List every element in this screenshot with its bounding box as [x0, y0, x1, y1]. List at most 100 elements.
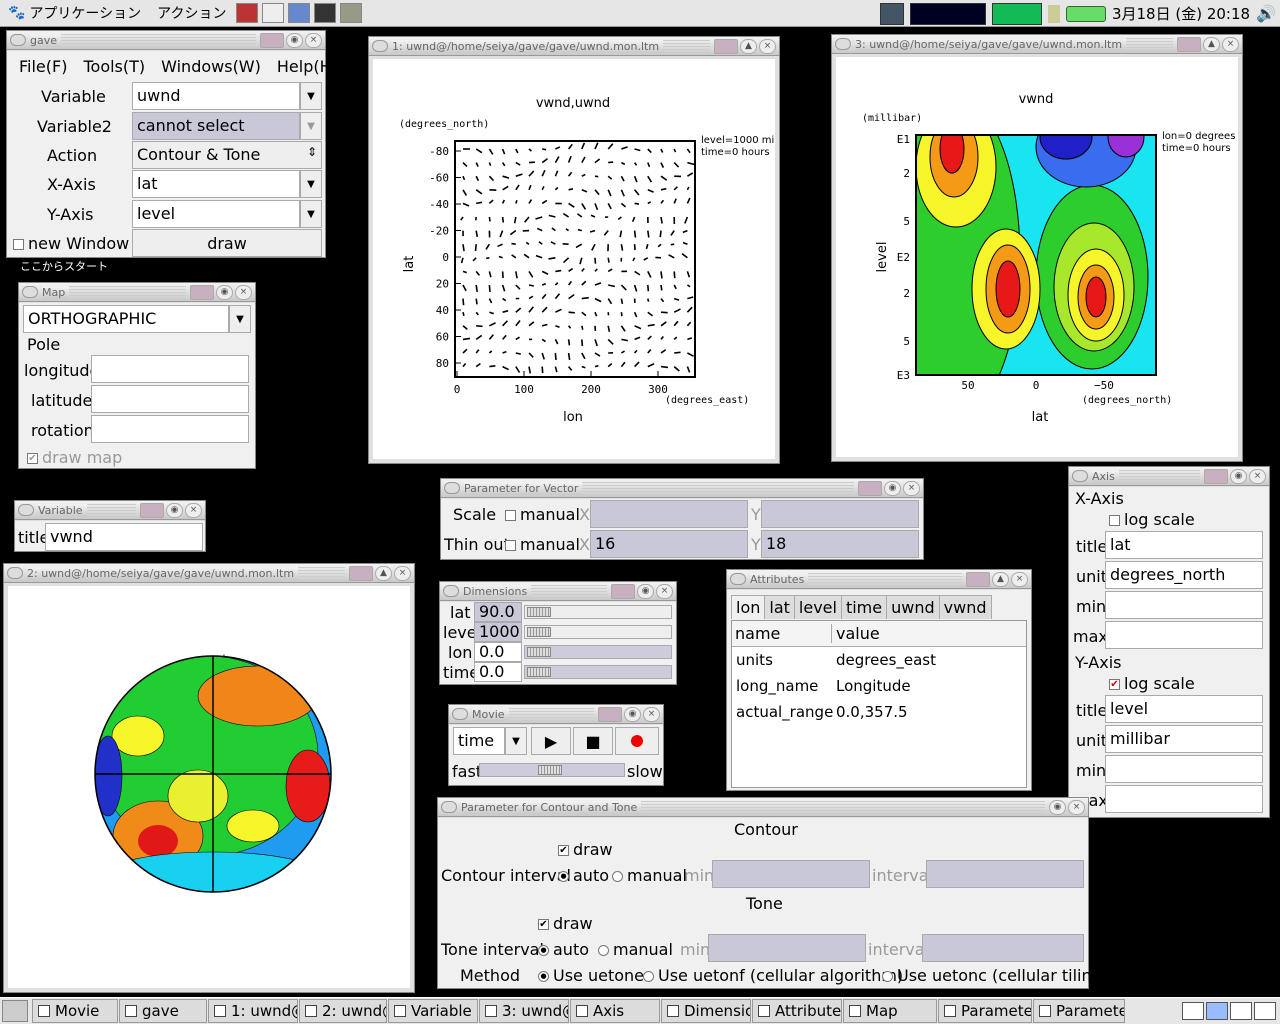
y-log-scale-checkbox[interactable]: ✔ log scale: [1109, 674, 1195, 693]
variable-titlebar[interactable]: Variable ◉ ×: [15, 501, 205, 520]
method-uetonc-radio[interactable]: Use uetonc (cellular tiling): [882, 966, 1108, 985]
y-unit-input[interactable]: millibar: [1105, 725, 1263, 753]
dim-time-slider[interactable]: [524, 665, 672, 679]
table-row[interactable]: actual_range 0.0,357.5: [732, 699, 1026, 725]
variable-title-input[interactable]: vwnd: [45, 523, 203, 551]
chevron-down-icon[interactable]: ▼: [505, 727, 527, 755]
close-button[interactable]: ×: [1068, 799, 1085, 815]
minimize-button[interactable]: [598, 706, 622, 722]
draw-map-checkbox[interactable]: ✔ draw map: [27, 448, 122, 467]
action-select[interactable]: Contour & Tone: [132, 141, 322, 169]
x-min-input[interactable]: [1105, 591, 1263, 619]
menu-windows[interactable]: Windows(W): [161, 57, 261, 76]
tab-level[interactable]: level: [793, 595, 842, 619]
chevron-down-icon[interactable]: ▼: [300, 200, 322, 228]
gimp-launcher-icon[interactable]: [340, 3, 363, 23]
maximize-button[interactable]: ▲: [740, 38, 757, 54]
speed-slider[interactable]: [479, 763, 625, 777]
taskbar-button[interactable]: 2: uwnd@: [299, 999, 387, 1023]
close-button[interactable]: ×: [1222, 36, 1239, 52]
minimize-button[interactable]: [349, 565, 373, 581]
dim-lat-slider[interactable]: [524, 605, 672, 619]
close-button[interactable]: ×: [903, 480, 920, 496]
contour-draw-checkbox[interactable]: ✔ draw: [558, 840, 613, 859]
close-button[interactable]: ×: [643, 706, 660, 722]
close-button[interactable]: ×: [656, 583, 673, 599]
taskbar-button[interactable]: 1: uwnd@: [208, 999, 298, 1023]
taskbar-button[interactable]: Map: [843, 999, 937, 1023]
shade-button[interactable]: ◉: [286, 32, 303, 48]
taskbar-button[interactable]: Dimensic: [661, 999, 751, 1023]
vector-titlebar[interactable]: Parameter for Vector ◉ ×: [441, 479, 923, 498]
close-button[interactable]: ×: [1011, 571, 1028, 587]
draw-button[interactable]: draw: [132, 229, 322, 257]
actions-menu[interactable]: アクション: [149, 0, 234, 27]
dimensions-titlebar[interactable]: Dimensions ◉ ×: [440, 582, 676, 601]
menu-tools[interactable]: Tools(T): [83, 57, 145, 76]
close-button[interactable]: ×: [185, 502, 202, 518]
chevron-down-icon[interactable]: ▼: [300, 170, 322, 198]
name-column-header[interactable]: name: [732, 624, 832, 643]
dim-level-value[interactable]: 1000.(: [474, 622, 522, 642]
tab-lon[interactable]: lon: [731, 595, 766, 619]
method-uetone-radio[interactable]: ● Use uetone: [538, 966, 644, 985]
close-button[interactable]: ×: [759, 38, 776, 54]
plot2-titlebar[interactable]: 2: uwnd@/home/seiya/gave/gave/uwnd.mon.l…: [4, 564, 414, 583]
tab-uwnd[interactable]: uwnd: [886, 595, 940, 619]
table-row[interactable]: long_name Longitude: [732, 673, 1026, 699]
x-max-input[interactable]: [1105, 621, 1263, 649]
shade-button[interactable]: ◉: [1230, 468, 1247, 484]
volume-icon[interactable]: 🔊: [1256, 4, 1276, 23]
show-desktop-icon[interactable]: [2, 1000, 28, 1022]
dim-lon-slider[interactable]: [524, 645, 672, 659]
latitude-input[interactable]: [91, 385, 249, 413]
value-column-header[interactable]: value: [832, 624, 880, 643]
applications-menu[interactable]: 🐾 アプリケーション: [0, 0, 149, 27]
minimize-button[interactable]: [966, 571, 990, 587]
y-title-input[interactable]: level: [1105, 695, 1263, 723]
shade-button[interactable]: ◉: [216, 284, 233, 300]
gave-titlebar[interactable]: gave ◉ ×: [7, 31, 325, 50]
chevron-down-icon[interactable]: ▼: [229, 305, 251, 333]
thin-manual-checkbox[interactable]: manual: [505, 535, 580, 554]
taskbar-button[interactable]: Attributes: [752, 999, 842, 1023]
minimize-button[interactable]: [140, 502, 164, 518]
yaxis-select[interactable]: level: [132, 200, 300, 228]
menu-file[interactable]: File(F): [19, 57, 67, 76]
method-uetonf-radio[interactable]: Use uetonf (cellular algorithm): [643, 966, 903, 985]
scale-manual-checkbox[interactable]: manual: [505, 505, 580, 524]
tone-draw-checkbox[interactable]: ✔ draw: [538, 914, 593, 933]
projection-select[interactable]: ORTHOGRAPHIC: [23, 305, 229, 333]
table-row[interactable]: units degrees_east: [732, 647, 1026, 673]
shade-button[interactable]: ◉: [624, 706, 641, 722]
maximize-button[interactable]: ▲: [992, 571, 1009, 587]
taskbar-button[interactable]: Axis: [570, 999, 660, 1023]
menu-help[interactable]: Help(H): [277, 57, 338, 76]
dim-level-slider[interactable]: [524, 625, 672, 639]
shade-button[interactable]: ◉: [166, 502, 183, 518]
chevron-down-icon[interactable]: ▼: [300, 82, 322, 110]
play-button[interactable]: ▶: [531, 727, 571, 755]
taskbar-button[interactable]: Variable: [388, 999, 478, 1023]
contour-manual-radio[interactable]: manual: [612, 866, 687, 885]
workspace-switcher[interactable]: [1182, 1002, 1276, 1020]
shade-button[interactable]: ◉: [637, 583, 654, 599]
maximize-button[interactable]: ▲: [1203, 36, 1220, 52]
contour-titlebar[interactable]: Parameter for Contour and Tone ◉ ×: [438, 798, 1088, 817]
close-button[interactable]: ×: [394, 565, 411, 581]
workspace-thumb-icon[interactable]: [879, 2, 904, 25]
x-log-scale-checkbox[interactable]: log scale: [1109, 510, 1195, 529]
tab-lat[interactable]: lat: [764, 595, 795, 619]
minimize-button[interactable]: [260, 32, 284, 48]
map-titlebar[interactable]: Map ◉ ×: [19, 283, 255, 302]
variable-select[interactable]: uwnd: [132, 82, 300, 110]
dim-time-value[interactable]: 0.0: [474, 662, 522, 682]
attributes-titlebar[interactable]: Attributes ▲ ×: [727, 570, 1031, 589]
dim-lon-value[interactable]: 0.0: [474, 642, 522, 662]
minimize-button[interactable]: [858, 480, 882, 496]
taskbar-button[interactable]: Paramete: [1033, 999, 1125, 1023]
close-button[interactable]: ×: [1249, 468, 1266, 484]
plot3-titlebar[interactable]: 3: uwnd@/home/seiya/gave/gave/uwnd.mon.l…: [832, 35, 1242, 54]
minimize-button[interactable]: [190, 284, 214, 300]
taskbar-button[interactable]: gave: [119, 999, 207, 1023]
